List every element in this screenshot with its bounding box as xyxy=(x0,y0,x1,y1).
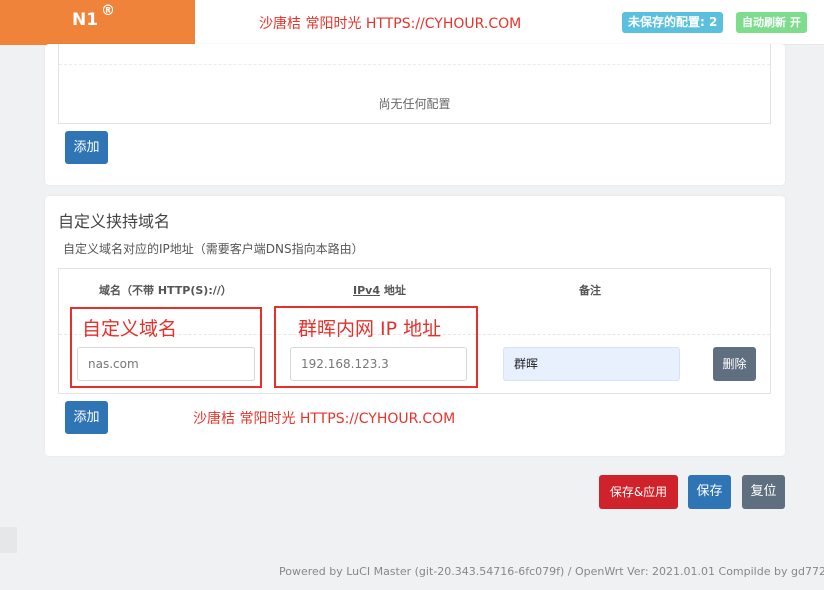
top-header: N1 ® 沙唐桔 常阳时光 HTTPS://CYHOUR.COM 未保存的配置:… xyxy=(0,0,824,45)
registered-mark: ® xyxy=(101,3,115,19)
empty-config-table: 尚无任何配置 xyxy=(58,44,771,124)
annotation-label-domain: 自定义域名 xyxy=(82,318,178,340)
ipv4-abbr: IPv4 xyxy=(353,284,380,297)
table-divider xyxy=(59,64,770,65)
column-header-domain: 域名（不带 HTTP(S)://） xyxy=(99,284,232,297)
column-header-ipv4: IPv4 地址 xyxy=(353,282,406,298)
watermark-body: 沙唐桔 常阳时光 HTTPS://CYHOUR.COM xyxy=(193,411,456,427)
footer-text: Powered by LuCI Master (git-20.343.54716… xyxy=(279,565,824,578)
section-description: 自定义域名对应的IP地址（需要客户端DNS指向本路由） xyxy=(63,242,364,256)
ipv4-suffix: 地址 xyxy=(379,284,406,297)
reset-button[interactable]: 复位 xyxy=(742,475,785,509)
delete-button[interactable]: 删除 xyxy=(713,347,756,381)
save-button[interactable]: 保存 xyxy=(688,475,731,509)
add-button[interactable]: 添加 xyxy=(65,131,108,164)
empty-message: 尚无任何配置 xyxy=(378,97,451,111)
column-header-note: 备注 xyxy=(579,284,601,297)
save-apply-button[interactable]: 保存&应用 xyxy=(599,475,678,509)
brand-logo[interactable]: N1 ® xyxy=(0,0,195,45)
scroll-top-handle[interactable] xyxy=(0,527,17,553)
annotation-label-ip: 群晖内网 IP 地址 xyxy=(298,318,442,340)
section-title: 自定义挟持域名 xyxy=(58,212,171,231)
top-config-section: 尚无任何配置 添加 xyxy=(45,44,785,185)
brand-name: N1 xyxy=(72,10,99,30)
auto-refresh-badge[interactable]: 自动刷新 开 xyxy=(736,12,807,33)
unsaved-changes-badge[interactable]: 未保存的配置: 2 xyxy=(622,12,724,33)
note-input[interactable]: 群晖 xyxy=(503,347,680,381)
watermark-header: 沙唐桔 常阳时光 HTTPS://CYHOUR.COM xyxy=(259,16,522,32)
add-domain-button[interactable]: 添加 xyxy=(65,401,108,434)
